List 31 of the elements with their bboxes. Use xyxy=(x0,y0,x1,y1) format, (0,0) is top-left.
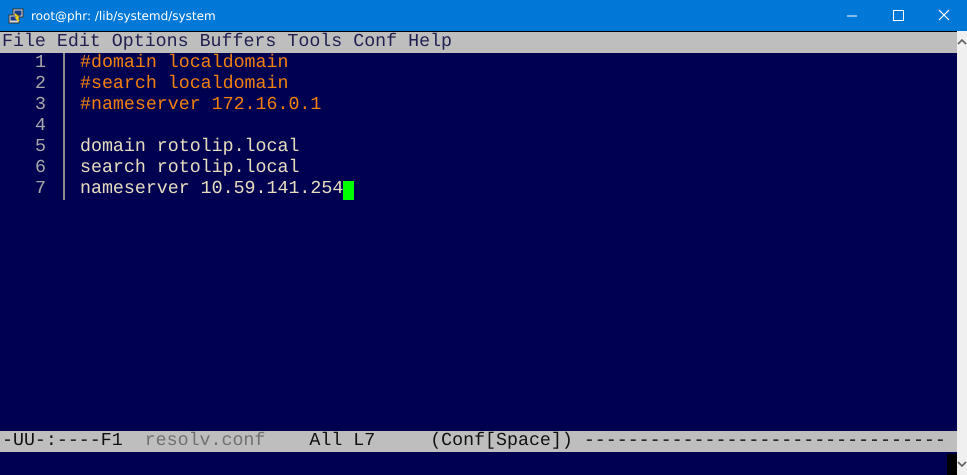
line-number: 4 xyxy=(34,116,46,137)
buffer-name: resolv.conf xyxy=(144,431,266,452)
scroll-up-icon[interactable] xyxy=(956,39,967,45)
status-text: --------------------------------- xyxy=(584,431,946,452)
terminal-icon xyxy=(8,8,24,24)
menu-item[interactable]: Edit xyxy=(56,32,101,53)
status-text: -UU-:----F1 xyxy=(2,431,123,452)
menu-item[interactable]: Conf xyxy=(353,32,398,53)
status-text: (Conf[Space]) xyxy=(430,431,573,452)
menu-item[interactable]: Options xyxy=(112,32,189,53)
menu-item[interactable]: File xyxy=(2,32,46,53)
scrollbar[interactable] xyxy=(956,31,967,475)
line-number: 5 xyxy=(34,137,46,158)
status-text: All L7 xyxy=(309,431,376,452)
code-text: nameserver 10.59.141.254 xyxy=(80,179,344,200)
code-text: domain rotolip.local xyxy=(80,137,300,158)
menu-item[interactable]: Help xyxy=(408,32,452,53)
scroll-down-icon[interactable] xyxy=(956,461,967,467)
window-title: root@phr: /lib/systemd/system xyxy=(31,8,216,22)
menu-item[interactable]: Tools xyxy=(287,32,342,53)
line-number: 2 xyxy=(34,74,46,95)
line-number: 7 xyxy=(34,179,46,200)
line-number: 3 xyxy=(34,95,46,116)
comment-text: #search localdomain xyxy=(80,74,288,95)
comment-text: #nameserver 172.16.0.1 xyxy=(80,95,322,116)
dark-block xyxy=(946,454,957,475)
line-number: 6 xyxy=(34,158,46,179)
menu-item[interactable]: Buffers xyxy=(200,32,276,53)
comment-text: #domain localdomain xyxy=(80,53,288,74)
code-text: search rotolip.local xyxy=(80,158,300,179)
line-number: 1 xyxy=(34,53,46,74)
